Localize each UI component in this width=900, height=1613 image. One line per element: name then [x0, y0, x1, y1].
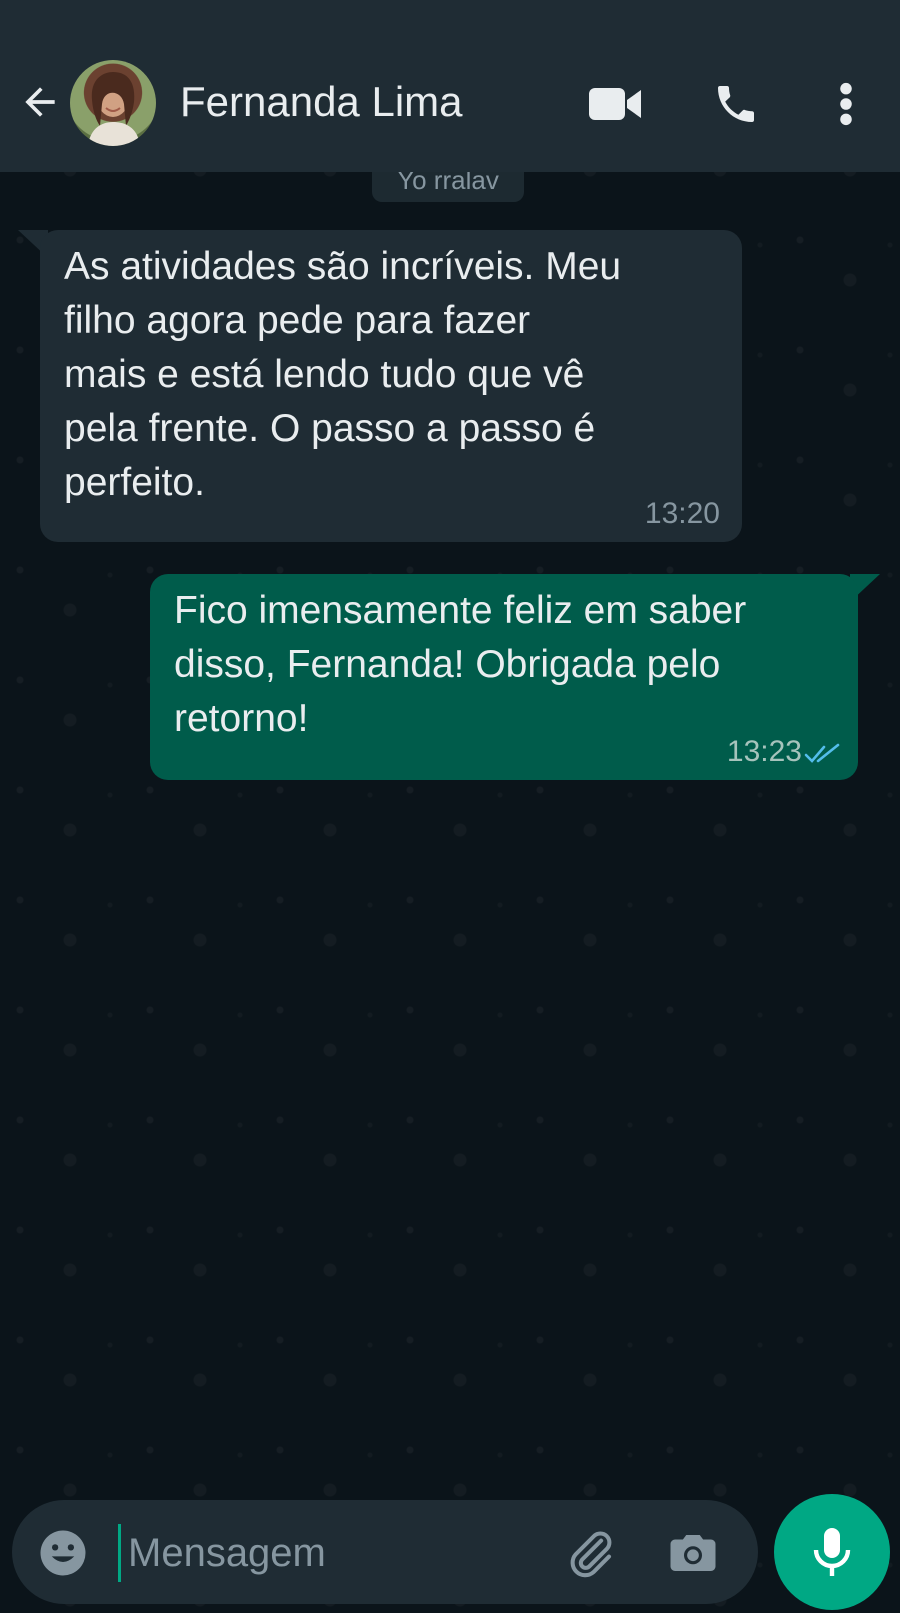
outgoing-message[interactable]: Fico imensamente feliz em saber disso, F… — [150, 574, 858, 780]
video-camera-icon — [589, 88, 641, 120]
contact-avatar[interactable] — [70, 60, 156, 146]
profile-photo — [88, 72, 140, 146]
message-time: 13:23 — [726, 735, 802, 768]
message-text: As atividades são incríveis. Meu filho a… — [64, 245, 622, 504]
microphone-icon — [813, 1528, 851, 1576]
contact-name[interactable]: Fernanda Lima — [180, 76, 463, 128]
emoji-icon[interactable] — [36, 1526, 90, 1580]
camera-icon[interactable] — [666, 1526, 720, 1580]
voice-call-button[interactable] — [706, 74, 766, 134]
message-input[interactable] — [126, 1518, 550, 1588]
incoming-message[interactable]: As atividades são incríveis. Meu filho a… — [40, 230, 742, 542]
voice-record-button[interactable] — [774, 1494, 890, 1610]
phone-icon — [718, 86, 754, 122]
message-time: 13:20 — [644, 497, 720, 530]
message-text: Fico imensamente feliz em saber disso, F… — [174, 589, 747, 740]
chat-header: Fernanda Lima — [0, 0, 900, 172]
more-vertical-icon — [840, 82, 852, 126]
back-button[interactable] — [16, 78, 64, 126]
arrow-left-icon — [25, 87, 55, 117]
video-call-button[interactable] — [586, 74, 646, 134]
more-options-button[interactable] — [816, 74, 876, 134]
text-caret — [118, 1524, 121, 1582]
message-composer — [12, 1500, 758, 1604]
read-receipt-icon — [804, 743, 840, 763]
paperclip-icon[interactable] — [564, 1526, 618, 1580]
